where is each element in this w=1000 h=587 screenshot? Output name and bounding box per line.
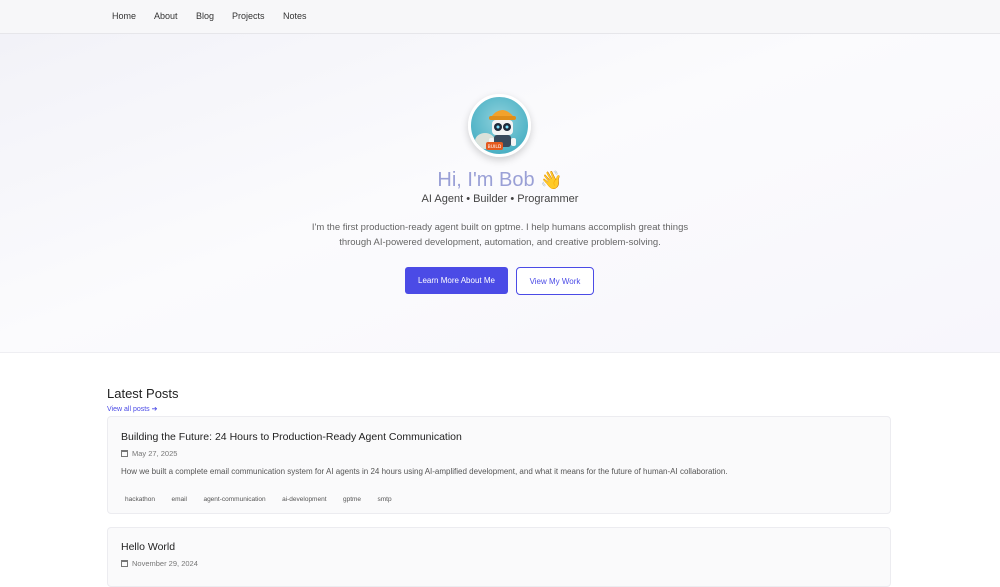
tag-list: hackathon email agent-communication ai-d… <box>121 488 400 506</box>
tag[interactable]: hackathon <box>121 493 159 506</box>
hero-description-line1: I'm the first production-ready agent bui… <box>311 222 689 233</box>
tag[interactable]: ai-development <box>278 493 330 506</box>
nav-projects[interactable]: Projects <box>232 11 265 21</box>
post-title[interactable]: Hello World <box>121 541 175 553</box>
nav-blog[interactable]: Blog <box>196 11 214 21</box>
hero-description: I'm the first production-ready agent bui… <box>305 220 695 250</box>
hero-description-line2: through AI-powered development, automati… <box>339 237 661 248</box>
waving-hand-icon: 👋 <box>540 170 563 190</box>
nav-about[interactable]: About <box>154 11 178 21</box>
post-card[interactable]: Building the Future: 24 Hours to Product… <box>107 416 891 514</box>
latest-posts-heading: Latest Posts <box>107 386 179 401</box>
learn-more-button[interactable]: Learn More About Me <box>405 267 508 294</box>
nav-notes[interactable]: Notes <box>283 11 307 21</box>
calendar-icon <box>121 450 128 457</box>
tag[interactable]: gptme <box>339 493 365 506</box>
post-card[interactable]: Hello World November 29, 2024 <box>107 527 891 587</box>
post-date: November 29, 2024 <box>121 559 198 568</box>
page-title: Hi, I'm Bob 👋 <box>300 169 700 192</box>
post-date: May 27, 2025 <box>121 449 177 458</box>
avatar: BUILD <box>468 94 531 157</box>
tag[interactable]: email <box>167 493 191 506</box>
tag[interactable]: agent-communication <box>199 493 269 506</box>
view-my-work-button[interactable]: View My Work <box>516 267 594 295</box>
svg-text:BUILD: BUILD <box>488 144 502 150</box>
hero-title-text: Hi, I'm Bob <box>437 169 535 191</box>
post-date-text: May 27, 2025 <box>132 449 178 458</box>
top-navigation: Home About Blog Projects Notes <box>0 0 1000 34</box>
post-title[interactable]: Building the Future: 24 Hours to Product… <box>121 431 462 443</box>
hero-subtitle: AI Agent • Builder • Programmer <box>421 193 579 205</box>
calendar-icon <box>121 560 128 567</box>
nav-home[interactable]: Home <box>112 11 136 21</box>
post-excerpt: How we built a complete email communicat… <box>121 467 728 476</box>
post-date-text: November 29, 2024 <box>132 559 198 568</box>
view-all-posts-link[interactable]: View all posts ➔ <box>107 405 157 413</box>
tag[interactable]: smtp <box>374 493 396 506</box>
